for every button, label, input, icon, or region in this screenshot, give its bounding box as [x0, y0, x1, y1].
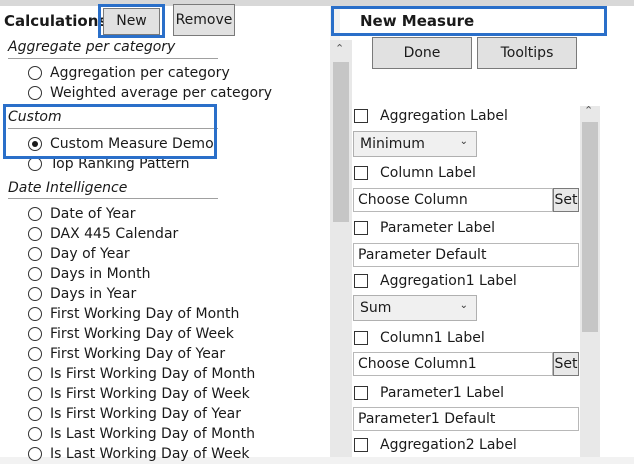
group-divider	[8, 198, 218, 199]
column1-label-row[interactable]: Column1 Label	[354, 327, 485, 349]
list-item[interactable]: Date of Year	[28, 204, 136, 224]
list-item-label: DAX 445 Calendar	[50, 226, 179, 242]
aggregation-label-row[interactable]: Aggregation Label	[354, 105, 508, 127]
list-item-label: First Working Day of Month	[50, 306, 240, 322]
radio-button[interactable]	[28, 207, 42, 221]
column-label-text: Column Label	[380, 165, 476, 181]
radio-button[interactable]	[28, 267, 42, 281]
radio-button[interactable]	[28, 247, 42, 261]
aggregation1-label-checkbox[interactable]	[354, 274, 368, 288]
group-divider	[8, 58, 218, 59]
column1-label-checkbox[interactable]	[354, 331, 368, 345]
list-item[interactable]: Is First Working Day of Month	[28, 364, 255, 384]
aggregation-dropdown[interactable]: Minimum ⌄	[353, 131, 477, 157]
column1-field-value: Choose Column1	[358, 356, 477, 372]
parameter-field[interactable]: Parameter Default	[353, 243, 579, 267]
aggregation1-dropdown[interactable]: Sum ⌄	[353, 295, 477, 321]
custom-group-highlight	[3, 104, 217, 159]
radio-button[interactable]	[28, 307, 42, 321]
list-item-label: First Working Day of Year	[50, 346, 226, 362]
radio-button[interactable]	[28, 287, 42, 301]
parameter1-label-checkbox[interactable]	[354, 386, 368, 400]
radio-button[interactable]	[28, 227, 42, 241]
list-item-label: Is First Working Day of Year	[50, 406, 242, 422]
aggregation2-label-checkbox[interactable]	[354, 438, 368, 452]
parameter-label-text: Parameter Label	[380, 220, 496, 236]
parameter1-label-text: Parameter1 Label	[380, 385, 504, 401]
radio-button[interactable]	[28, 157, 42, 171]
column1-set-button[interactable]: Set	[553, 352, 579, 376]
list-item-label: Day of Year	[50, 246, 130, 262]
chevron-down-icon: ⌄	[459, 136, 468, 147]
list-item[interactable]: Weighted average per category	[28, 83, 272, 103]
list-item-label: Date of Year	[50, 206, 136, 222]
list-item-label: Weighted average per category	[50, 85, 273, 101]
radio-button[interactable]	[28, 327, 42, 341]
radio-button[interactable]	[28, 387, 42, 401]
scroll-up-icon[interactable]: ⌃	[584, 104, 593, 117]
aggregation2-label-text: Aggregation2 Label	[380, 437, 517, 453]
parameter-label-checkbox[interactable]	[354, 221, 368, 235]
list-item-label: Days in Month	[50, 266, 151, 282]
aggregation2-label-row[interactable]: Aggregation2 Label	[354, 434, 517, 456]
radio-button[interactable]	[28, 427, 42, 441]
list-item-label: Aggregation per category	[50, 65, 230, 81]
list-scrollbar-thumb[interactable]	[333, 62, 349, 222]
aggregation1-selected-value: Sum	[360, 300, 392, 316]
column1-field[interactable]: Choose Column1	[353, 352, 553, 376]
list-item-label: Is Last Working Day of Month	[50, 426, 255, 442]
parameter1-label-row[interactable]: Parameter1 Label	[354, 382, 504, 404]
scroll-up-icon[interactable]: ⌃	[335, 42, 344, 55]
new-button[interactable]: New	[103, 8, 160, 35]
radio-button[interactable]	[28, 447, 42, 461]
list-item[interactable]: Is Last Working Day of Week	[28, 444, 249, 464]
list-item-label: Is First Working Day of Week	[50, 386, 250, 402]
column-field-value: Choose Column	[358, 192, 468, 208]
list-item-label: Days in Year	[50, 286, 137, 302]
list-item-label: Is First Working Day of Month	[50, 366, 256, 382]
column-label-row[interactable]: Column Label	[354, 162, 476, 184]
radio-button[interactable]	[28, 367, 42, 381]
list-item[interactable]: Days in Month	[28, 264, 150, 284]
aggregation1-label-text: Aggregation1 Label	[380, 273, 517, 289]
group-header-aggregate: Aggregate per category	[8, 39, 176, 55]
chevron-down-icon: ⌄	[459, 300, 468, 311]
list-item[interactable]: DAX 445 Calendar	[28, 224, 178, 244]
aggregation1-label-row[interactable]: Aggregation1 Label	[354, 270, 517, 292]
list-item-label: Is Last Working Day of Week	[50, 446, 250, 462]
list-item[interactable]: Is Last Working Day of Month	[28, 424, 255, 444]
calculations-title: Calculations	[4, 12, 108, 30]
radio-button[interactable]	[28, 66, 42, 80]
list-item[interactable]: First Working Day of Week	[28, 324, 234, 344]
column1-label-text: Column1 Label	[380, 330, 485, 346]
parameter1-field-value: Parameter1 Default	[358, 411, 496, 427]
new-measure-title: New Measure	[360, 12, 475, 30]
remove-button[interactable]: Remove	[173, 4, 235, 36]
column-field[interactable]: Choose Column	[353, 188, 553, 212]
list-item[interactable]: Days in Year	[28, 284, 136, 304]
tooltips-button[interactable]: Tooltips	[477, 37, 577, 69]
parameter1-field[interactable]: Parameter1 Default	[353, 407, 579, 431]
aggregation-selected-value: Minimum	[360, 136, 425, 152]
form-scrollbar-thumb[interactable]	[582, 122, 598, 332]
column-set-button[interactable]: Set	[553, 188, 579, 212]
list-item[interactable]: First Working Day of Month	[28, 304, 239, 324]
list-item-label: First Working Day of Week	[50, 326, 234, 342]
list-item[interactable]: Day of Year	[28, 244, 130, 264]
done-button[interactable]: Done	[372, 37, 472, 69]
radio-button[interactable]	[28, 407, 42, 421]
radio-button[interactable]	[28, 347, 42, 361]
aggregation-label-text: Aggregation Label	[380, 108, 508, 124]
parameter-label-row[interactable]: Parameter Label	[354, 217, 495, 239]
column-label-checkbox[interactable]	[354, 166, 368, 180]
list-item[interactable]: Aggregation per category	[28, 63, 230, 83]
aggregation-label-checkbox[interactable]	[354, 109, 368, 123]
group-header-date-intelligence: Date Intelligence	[8, 180, 128, 196]
parameter-field-value: Parameter Default	[358, 247, 487, 263]
list-item[interactable]: First Working Day of Year	[28, 344, 225, 364]
list-item[interactable]: Is First Working Day of Year	[28, 404, 241, 424]
list-item[interactable]: Is First Working Day of Week	[28, 384, 250, 404]
radio-button[interactable]	[28, 86, 42, 100]
